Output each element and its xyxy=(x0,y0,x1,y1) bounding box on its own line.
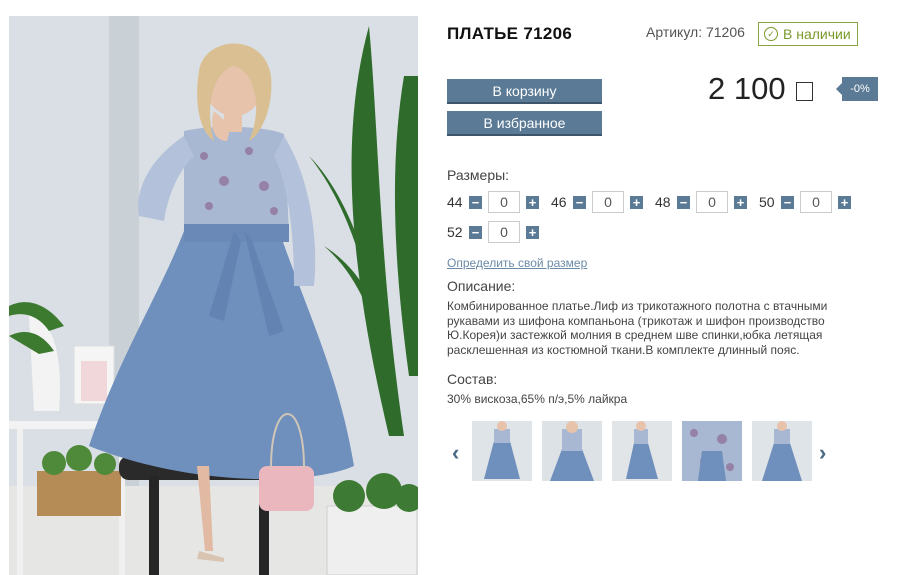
composition-text: 30% вискоза,65% п/э,5% лайкра xyxy=(447,392,628,406)
description-text: Комбинированное платье.Лиф из трикотажно… xyxy=(447,299,828,357)
minus-button[interactable]: − xyxy=(469,195,482,209)
gallery-thumbnail[interactable] xyxy=(682,421,742,481)
size-number: 52 xyxy=(447,224,463,240)
minus-button[interactable]: − xyxy=(573,195,586,209)
plus-button[interactable]: + xyxy=(526,225,539,239)
description-label: Описание: xyxy=(447,278,516,294)
gallery-next-arrow-icon[interactable]: › xyxy=(819,440,826,466)
quantity-input[interactable]: 0 xyxy=(696,191,728,213)
product-main-photo[interactable] xyxy=(9,16,418,575)
product-title: ПЛАТЬЕ 71206 xyxy=(447,24,573,43)
size-number: 44 xyxy=(447,194,463,210)
gallery-thumbnail[interactable] xyxy=(472,421,532,481)
quantity-input[interactable]: 0 xyxy=(488,221,520,243)
stock-label: В наличии xyxy=(783,26,851,42)
quantity-input[interactable]: 0 xyxy=(592,191,624,213)
plus-button[interactable]: + xyxy=(526,195,539,209)
gallery-thumbnail[interactable] xyxy=(612,421,672,481)
minus-button[interactable]: − xyxy=(469,225,482,239)
discount-badge: -0% xyxy=(836,77,878,101)
size-row-48: 48 − 0 + xyxy=(655,191,747,213)
quantity-input[interactable]: 0 xyxy=(800,191,832,213)
add-to-cart-button[interactable]: В корзину xyxy=(447,79,602,102)
size-number: 50 xyxy=(759,194,775,210)
stock-badge: ✓ В наличии xyxy=(758,22,858,46)
size-row-50: 50 − 0 + xyxy=(759,191,851,213)
add-to-favorites-button[interactable]: В избранное xyxy=(447,111,602,134)
size-guide-link[interactable]: Определить свой размер xyxy=(447,256,587,270)
gallery-prev-arrow-icon[interactable]: ‹ xyxy=(452,440,459,466)
minus-button[interactable]: − xyxy=(677,195,690,209)
minus-button[interactable]: − xyxy=(781,195,794,209)
size-row-52: 52 − 0 + xyxy=(447,221,539,243)
price: 2 100 xyxy=(708,71,813,107)
sizes-label: Размеры: xyxy=(447,167,510,183)
plus-button[interactable]: + xyxy=(630,195,643,209)
plus-button[interactable]: + xyxy=(838,195,851,209)
size-number: 46 xyxy=(551,194,567,210)
price-value: 2 100 xyxy=(708,71,786,106)
size-row-46: 46 − 0 + xyxy=(551,191,643,213)
check-circle-icon: ✓ xyxy=(764,27,778,41)
sku-label: Артикул: 71206 xyxy=(646,24,745,40)
plus-button[interactable]: + xyxy=(734,195,747,209)
gallery-thumbnail[interactable] xyxy=(752,421,812,481)
composition-label: Состав: xyxy=(447,371,498,387)
currency-icon xyxy=(795,81,813,101)
size-row-44: 44 − 0 + xyxy=(447,191,539,213)
gallery-thumbnail[interactable] xyxy=(542,421,602,481)
quantity-input[interactable]: 0 xyxy=(488,191,520,213)
size-number: 48 xyxy=(655,194,671,210)
